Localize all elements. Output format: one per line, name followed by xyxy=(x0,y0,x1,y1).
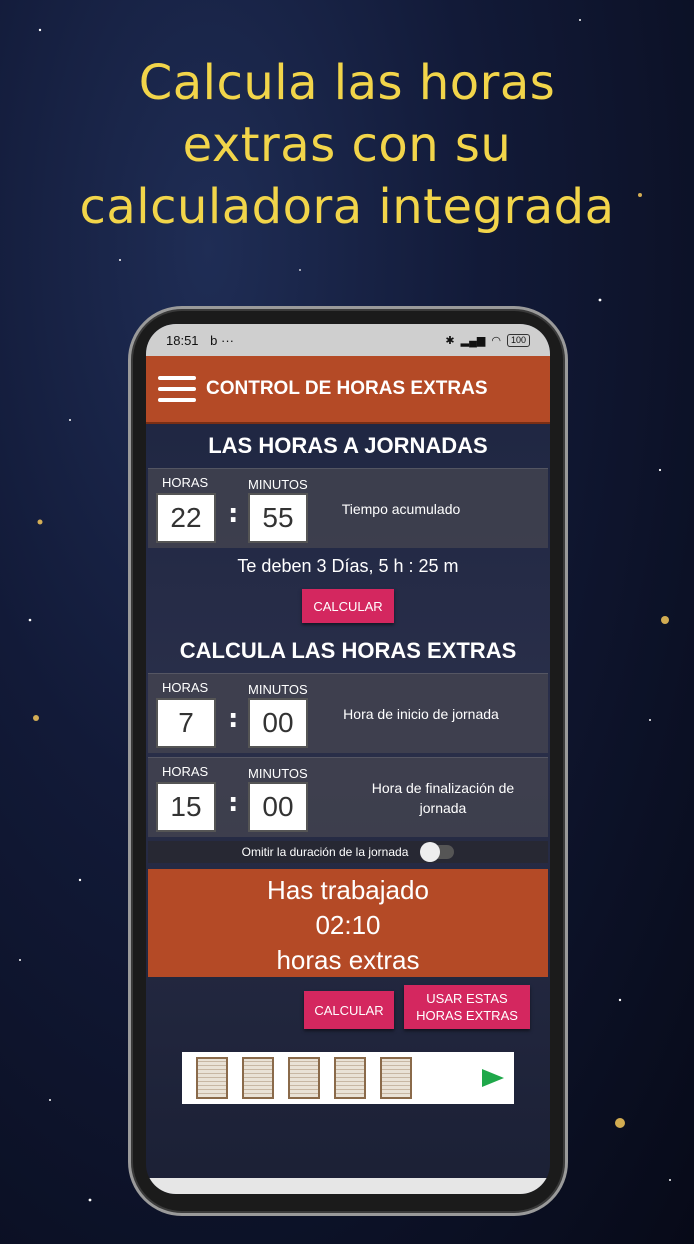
system-nav-bar xyxy=(146,1178,550,1194)
end-hours-input[interactable]: 15 xyxy=(156,782,216,832)
minutes-input[interactable]: 55 xyxy=(248,493,308,543)
ad-banner[interactable] xyxy=(182,1052,514,1104)
headline-line-2: extras con su xyxy=(182,117,512,173)
result-line-1: Has trabajado xyxy=(267,875,429,905)
accumulated-time-label: Tiempo acumulado xyxy=(341,501,461,517)
ad-play-icon[interactable] xyxy=(482,1069,504,1087)
start-hours-input[interactable]: 7 xyxy=(156,698,216,748)
app-bar: CONTROL DE HORAS EXTRAS xyxy=(146,356,550,424)
status-bar: 18:51 b ··· ✱ ▂▄▆ ◠ 100 xyxy=(146,324,550,356)
calculate-days-button[interactable]: CALCULAR xyxy=(302,589,394,623)
headline-line-3: calculadora integrada xyxy=(79,179,615,235)
promo-headline: Calcula las horas extras con su calculad… xyxy=(0,52,694,238)
ad-thumbnail xyxy=(334,1057,366,1099)
time-separator: : xyxy=(228,704,239,734)
end-time-label: Hora de finalización de jornada xyxy=(371,780,515,816)
start-time-row: HORAS MINUTOS 7 : 00 Hora de inicio de j… xyxy=(148,673,548,753)
calculate-extras-button[interactable]: CALCULAR xyxy=(304,991,394,1029)
ad-thumbnail xyxy=(242,1057,274,1099)
wifi-icon: ◠ xyxy=(491,334,501,347)
start-hours-label: HORAS xyxy=(162,680,209,695)
signal-icon: ▂▄▆ xyxy=(460,334,486,347)
bluetooth-icon: ✱ xyxy=(445,334,455,347)
start-minutes-label: MINUTOS xyxy=(248,682,308,697)
app-title: CONTROL DE HORAS EXTRAS xyxy=(206,378,488,399)
hours-label: HORAS xyxy=(162,475,209,490)
end-hours-label: HORAS xyxy=(162,764,209,779)
hours-input[interactable]: 22 xyxy=(156,493,216,543)
status-time: 18:51 xyxy=(166,332,199,348)
use-extra-hours-button[interactable]: USAR ESTAS HORAS EXTRAS xyxy=(404,985,530,1029)
time-separator: : xyxy=(228,499,239,529)
section-title-jornadas: LAS HORAS A JORNADAS xyxy=(208,433,488,458)
result-hours-value: 02:10 xyxy=(315,910,381,940)
ad-thumbnail xyxy=(196,1057,228,1099)
status-icons-left: b ··· xyxy=(210,332,235,348)
phone-screen: 18:51 b ··· ✱ ▂▄▆ ◠ 100 CONTROL DE HORAS… xyxy=(146,324,550,1194)
headline-line-1: Calcula las horas xyxy=(138,55,556,111)
ad-thumbnail xyxy=(380,1057,412,1099)
owed-days-result: Te deben 3 Días, 5 h : 25 m xyxy=(237,556,459,576)
ad-thumbnail xyxy=(288,1057,320,1099)
menu-icon[interactable] xyxy=(158,376,196,402)
end-minutes-label: MINUTOS xyxy=(248,766,308,781)
omit-duration-row: Omitir la duración de la jornada xyxy=(148,841,548,863)
omit-duration-toggle[interactable] xyxy=(420,842,455,862)
result-line-3: horas extras xyxy=(276,945,420,975)
minutes-label: MINUTOS xyxy=(248,477,308,492)
omit-duration-label: Omitir la duración de la jornada xyxy=(241,845,409,859)
end-time-row: HORAS MINUTOS 15 : 00 Hora de finalizaci… xyxy=(148,757,548,837)
start-time-label: Hora de inicio de jornada xyxy=(343,706,499,722)
battery-icon: 100 xyxy=(506,333,530,347)
end-minutes-input[interactable]: 00 xyxy=(248,782,308,832)
accumulated-time-row: HORAS MINUTOS 22 : 55 Tiempo acumulado xyxy=(148,468,548,548)
extra-hours-result: Has trabajado 02:10 horas extras xyxy=(148,869,548,977)
section-title-extras: CALCULA LAS HORAS EXTRAS xyxy=(179,638,517,663)
start-minutes-input[interactable]: 00 xyxy=(248,698,308,748)
time-separator: : xyxy=(228,788,239,818)
